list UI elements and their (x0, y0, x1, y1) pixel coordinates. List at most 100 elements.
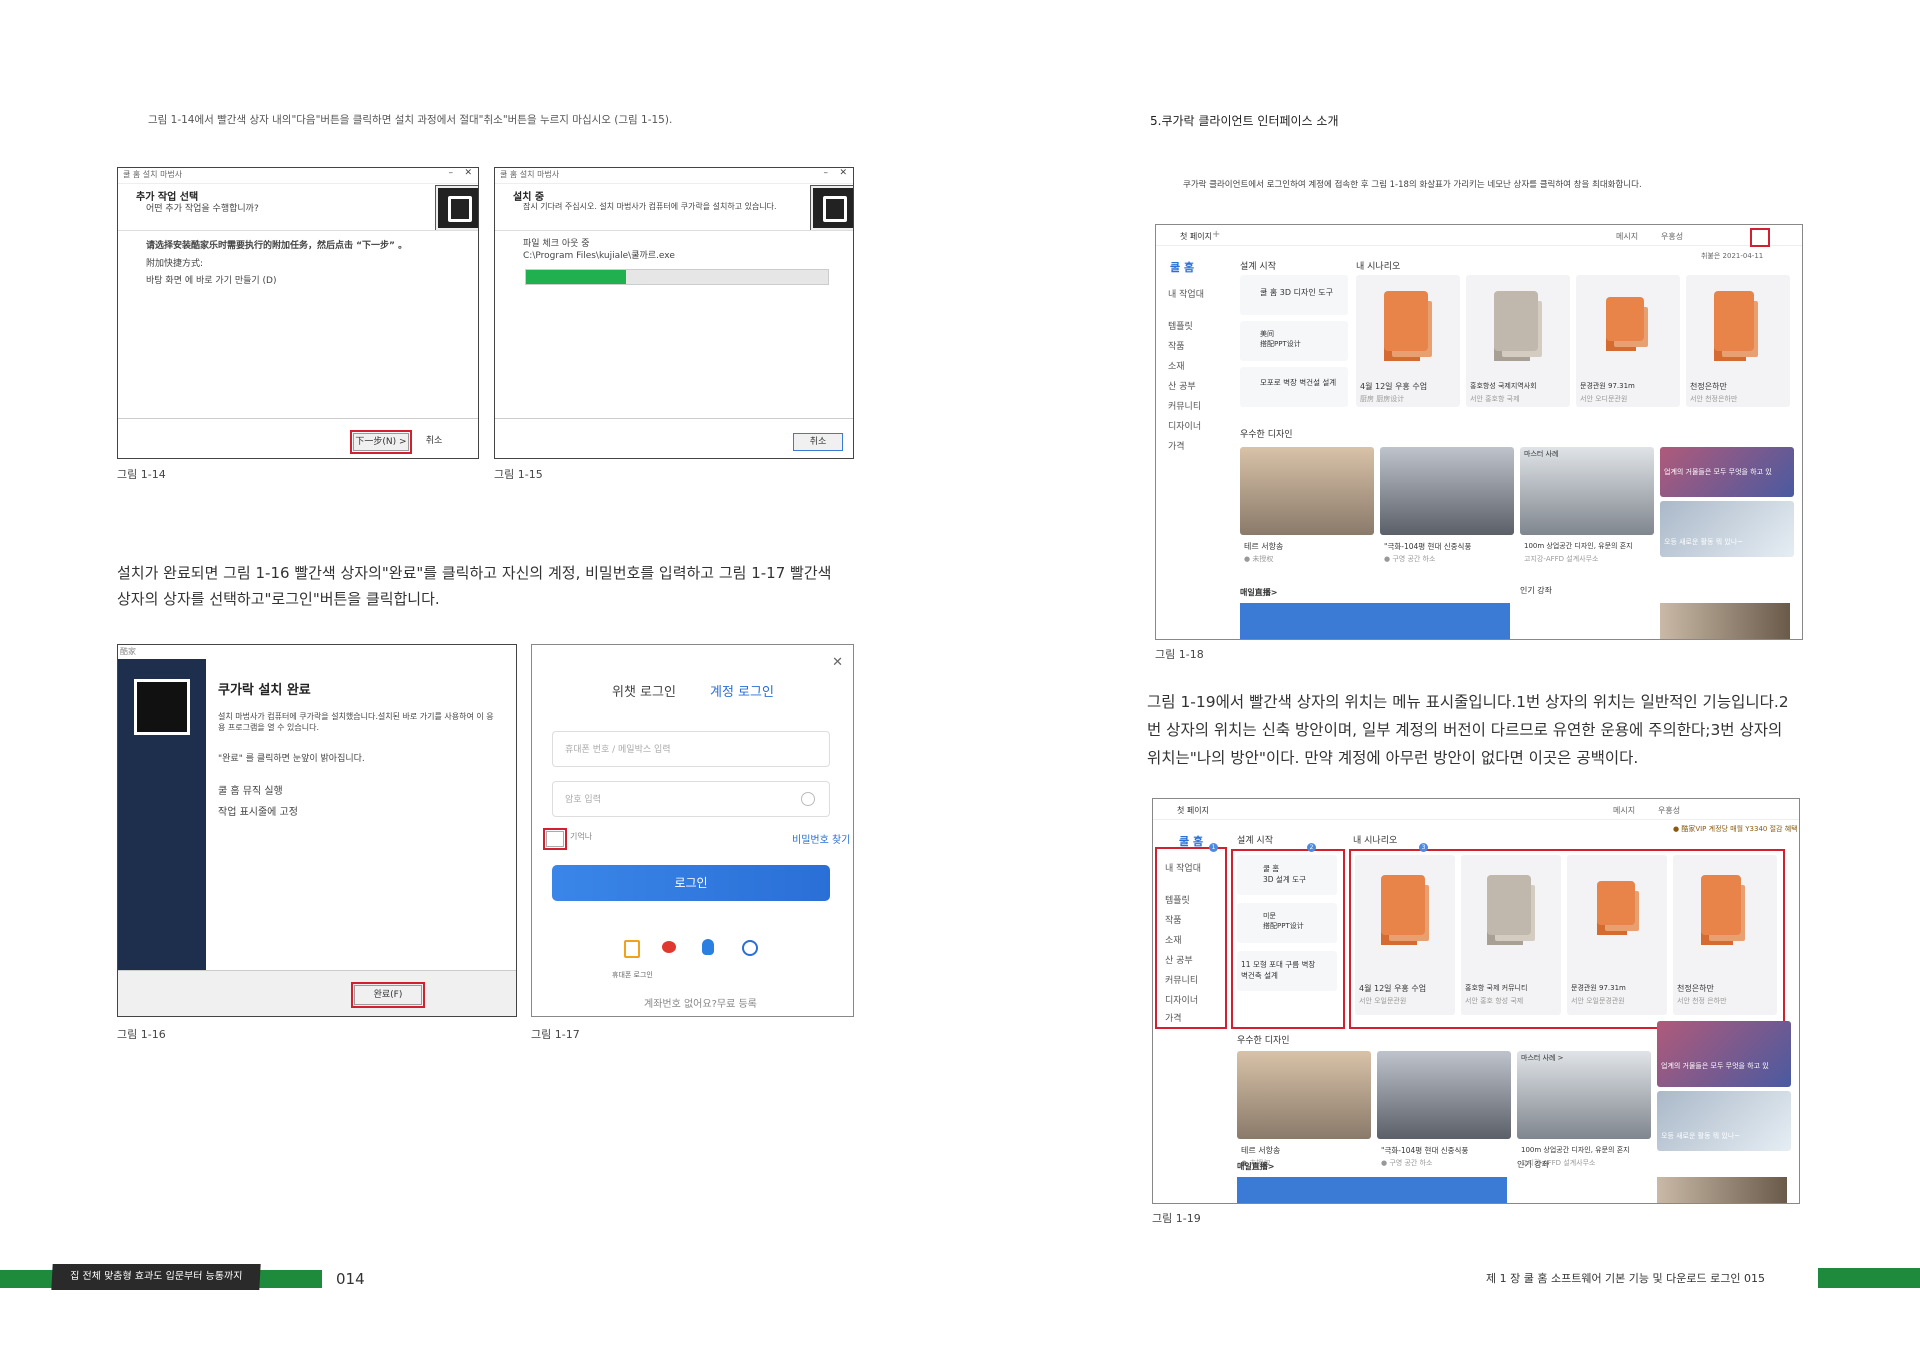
promo-banner[interactable]: 오등 새로운 활동 뭐 있나~ (1657, 1091, 1791, 1151)
side-item[interactable]: 가격 (1165, 1011, 1182, 1024)
design-image[interactable]: 마스터 사례 (1520, 447, 1654, 535)
course-banner[interactable] (1660, 603, 1790, 639)
eye-icon[interactable] (801, 792, 815, 806)
step-subheading: 어떤 추가 작업을 수행합니까? (146, 204, 259, 214)
cancel-button[interactable]: 취소 (793, 433, 843, 451)
side-item[interactable]: 템플릿 (1165, 893, 1190, 906)
app-logo[interactable]: 쿨 홈 (1170, 259, 1194, 275)
quick-ppt[interactable]: 美间 搭配PPT设计 (1240, 321, 1348, 361)
badge-3: 3 (1419, 843, 1428, 852)
figure-caption: 그림 1-19 (1152, 1212, 1201, 1225)
desktop-shortcut-checkbox[interactable]: 바탕 화면 에 바로 가기 만들기 (D) (146, 273, 276, 286)
vip-banner[interactable]: ● 酷家VIP 계정당 매월 Y3340 절감 혜택 (1673, 824, 1798, 834)
scene-card[interactable]: 4월 12일 우홍 수업 서안 오일문관원 (1355, 855, 1455, 1015)
figure-caption: 그림 1-15 (494, 468, 543, 481)
footer-bar (1818, 1268, 1920, 1288)
scene-card[interactable]: 천정은하만 서안 천정은하만 (1686, 275, 1790, 407)
side-item[interactable]: 산 공부 (1165, 953, 1193, 966)
live-banner[interactable] (1237, 1177, 1507, 1203)
body-paragraph: 설치가 완료되면 그림 1-16 빨간색 상자의"완료"를 클릭하고 자신의 계… (117, 564, 832, 608)
side-item[interactable]: 디자이너 (1165, 993, 1198, 1006)
design-title[interactable]: "극화-104평 현대 신중식풍 (1384, 541, 1471, 552)
side-item[interactable]: 디자이너 (1168, 419, 1201, 432)
side-item[interactable]: 가격 (1168, 439, 1185, 452)
figure-1-16: 酷家 쿠가락 설치 완료 설치 마법사가 컴퓨터에 쿠가락을 설치했습니다.설치… (117, 644, 517, 1017)
progress-fill (526, 270, 626, 284)
qq-icon[interactable] (702, 939, 714, 955)
window-controls[interactable]: – ✕ (824, 168, 847, 178)
side-item[interactable]: 내 작업대 (1168, 287, 1204, 300)
tab-home[interactable]: 첫 페이지 (1180, 231, 1212, 242)
side-item[interactable]: 커뮤니티 (1168, 399, 1201, 412)
design-title[interactable]: "극화-104평 현대 신중식풍 (1381, 1145, 1468, 1156)
finish-button[interactable]: 완료(F) (351, 982, 425, 1008)
side-item[interactable]: 커뮤니티 (1165, 973, 1198, 986)
phone-login-icon[interactable] (624, 940, 640, 958)
smile-login-icon[interactable] (742, 940, 758, 956)
next-button[interactable]: 下一步(N) > (350, 430, 412, 454)
quick-ppt[interactable]: 미문 搭配PPT设计 (1237, 903, 1337, 943)
tab-wechat-login[interactable]: 위챗 로그인 (612, 681, 676, 700)
tab-account-login[interactable]: 계정 로그인 (710, 681, 774, 700)
design-title[interactable]: 테르 서항송 (1244, 541, 1283, 552)
figure-caption: 그림 1-18 (1155, 648, 1204, 661)
live-banner[interactable] (1240, 603, 1510, 639)
promo-banner[interactable]: 업계의 거물들은 모두 무엇을 하고 있 (1660, 447, 1794, 497)
cancel-button[interactable]: 취소 (414, 433, 454, 449)
quick-cabinet[interactable]: 모포로 벽장 벽건설 설계 (1240, 367, 1348, 407)
scene-card[interactable]: 문경관원 97.31m 서안 오일문경관원 (1567, 855, 1667, 1015)
design-image[interactable] (1240, 447, 1374, 535)
remember-label: 기억나 (570, 832, 593, 841)
scene-card[interactable]: 4월 12일 우홍 수업 厨房 厨房设计 (1356, 275, 1460, 407)
step-subheading: 잠시 기다려 주십시오. 설치 마법사가 컴퓨터에 쿠가락을 설치하고 있습니다… (523, 202, 777, 211)
scene-card[interactable]: 홍호항 국제 커뮤니티 서안 홍호 항성 국제 (1461, 855, 1561, 1015)
section-my-scenes: 내 시나리오 (1356, 262, 1401, 272)
side-item[interactable]: 내 작업대 (1165, 861, 1201, 874)
forgot-password-link[interactable]: 비밀번호 찾기 (792, 831, 850, 846)
side-item[interactable]: 작품 (1165, 913, 1182, 926)
course-banner[interactable] (1657, 1177, 1787, 1203)
user-link[interactable]: 우홍성 (1658, 805, 1680, 816)
register-link[interactable]: 계좌번호 없어요?무료 등록 (644, 995, 757, 1010)
scene-card[interactable]: 천정은하만 서안 천정 은하만 (1673, 855, 1777, 1015)
notify-link[interactable]: 메시지 (1613, 805, 1635, 816)
weibo-icon[interactable] (662, 941, 676, 953)
side-item[interactable]: 템플릿 (1168, 319, 1193, 332)
maximize-button[interactable] (1750, 228, 1770, 247)
remember-checkbox[interactable] (543, 828, 567, 850)
side-item[interactable]: 작품 (1168, 339, 1185, 352)
figure-1-17: ✕ 위챗 로그인 계정 로그인 휴대폰 번호 / 메일박스 입력 암호 입력 기… (531, 644, 854, 1017)
new-tab-button[interactable]: + (1212, 229, 1220, 240)
design-title[interactable]: 100m 상업공간 디자인, 유문의 혼지 (1521, 1145, 1630, 1155)
section-live[interactable]: 매일直播> (1237, 1161, 1274, 1172)
notify-link[interactable]: 메시지 (1616, 231, 1638, 242)
side-item[interactable]: 소재 (1168, 359, 1185, 372)
promo-banner[interactable]: 업계의 거물들은 모두 무엇을 하고 있 (1657, 1021, 1791, 1087)
scene-card[interactable]: 문경관원 97.31m 서안 오디문관원 (1576, 275, 1680, 407)
design-image[interactable] (1237, 1051, 1371, 1139)
design-title[interactable]: 100m 상업공간 디자인, 유문의 혼지 (1524, 541, 1633, 551)
side-item[interactable]: 소재 (1165, 933, 1182, 946)
user-link[interactable]: 우홍성 (1661, 231, 1683, 242)
login-button[interactable]: 로그인 (552, 865, 830, 901)
design-image[interactable]: 마스터 사례 > (1517, 1051, 1651, 1139)
design-title[interactable]: 테르 서항송 (1241, 1145, 1280, 1156)
section-intro: 쿠가락 클라이언트에서 로그인하여 계정에 접속한 후 그림 1-18의 화살표… (1183, 180, 1642, 190)
section-live[interactable]: 매일直播> (1240, 587, 1277, 598)
promo-banner[interactable]: 오등 새로운 활동 뭐 있나~ (1660, 501, 1794, 557)
scene-card[interactable]: 홍호항성 국제지역사회 서안 홍호항 국제 (1466, 275, 1570, 407)
tab-home[interactable]: 첫 페이지 (1177, 805, 1209, 816)
side-item[interactable]: 산 공부 (1168, 379, 1196, 392)
window-controls[interactable]: – ✕ (449, 168, 472, 178)
quick-3d-tool[interactable]: 쿨 홈 3D 디자인 도구 (1240, 275, 1348, 315)
quick-3d-tool[interactable]: 쿨 홈 3D 설계 도구 (1237, 855, 1337, 895)
badge-1: 1 (1209, 843, 1218, 852)
quick-cabinet[interactable]: 11 모형 포대 구름 벽장 벽건축 설계 (1237, 951, 1337, 991)
close-icon[interactable]: ✕ (832, 655, 843, 670)
design-image[interactable] (1377, 1051, 1511, 1139)
pin-taskbar-option[interactable]: 작업 표시줄에 고정 (218, 803, 298, 818)
password-input[interactable]: 암호 입력 (552, 781, 830, 817)
phone-input[interactable]: 휴대폰 번호 / 메일박스 입력 (552, 731, 830, 767)
launch-option[interactable]: 쿨 홈 뮤직 실행 (218, 782, 283, 797)
design-image[interactable] (1380, 447, 1514, 535)
